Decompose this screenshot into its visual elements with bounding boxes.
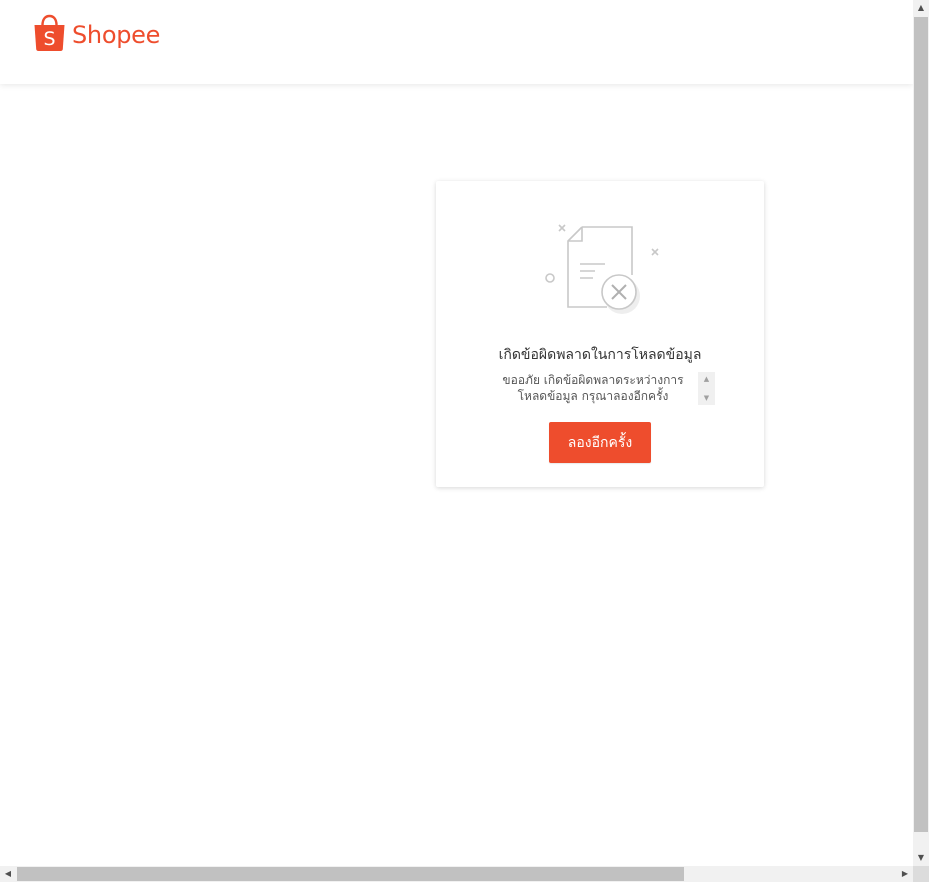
scrollbar-corner (913, 866, 929, 882)
scroll-down-arrow-icon[interactable]: ▼ (698, 392, 715, 404)
error-card: เกิดข้อผิดพลาดในการโหลดข้อมูล ขออภัย เกิ… (436, 181, 764, 487)
retry-button[interactable]: ลองอีกครั้ง (549, 422, 651, 463)
message-scrollbar[interactable]: ▲ ▼ (698, 372, 715, 405)
error-message-line-2: โหลดข้อมูล กรุณาลองอีกครั้ง (517, 389, 669, 403)
scroll-left-arrow-icon[interactable]: ◀ (0, 866, 16, 882)
document-error-icon (545, 224, 659, 314)
scroll-right-arrow-icon[interactable]: ▶ (897, 866, 913, 882)
page-viewport: S Shopee เกิดข้อผิดพลาดในการโหลดข้อมูล ข… (0, 0, 913, 866)
error-message-box: ขออภัย เกิดข้อผิดพลาดระหว่างการ โหลดข้อม… (488, 372, 716, 405)
shopee-logo[interactable]: S Shopee (33, 14, 160, 52)
logo-bag-letter: S (43, 28, 55, 50)
horizontal-scroll-thumb[interactable] (17, 867, 684, 881)
error-message-line-1: ขออภัย เกิดข้อผิดพลาดระหว่างการ (502, 373, 684, 387)
error-title: เกิดข้อผิดพลาดในการโหลดข้อมูล (498, 347, 702, 363)
scroll-up-arrow-icon[interactable]: ▲ (913, 0, 929, 16)
header: S Shopee (0, 0, 913, 84)
scroll-down-arrow-icon[interactable]: ▼ (913, 850, 929, 866)
scroll-up-arrow-icon[interactable]: ▲ (698, 373, 715, 385)
logo-text: Shopee (72, 21, 161, 49)
vertical-scroll-thumb[interactable] (914, 17, 928, 832)
horizontal-scrollbar[interactable]: ◀ ▶ (0, 866, 913, 882)
shopping-bag-icon: S (34, 14, 65, 51)
vertical-scrollbar[interactable]: ▲ ▼ (913, 0, 929, 866)
error-message: ขออภัย เกิดข้อผิดพลาดระหว่างการ โหลดข้อม… (488, 372, 698, 404)
